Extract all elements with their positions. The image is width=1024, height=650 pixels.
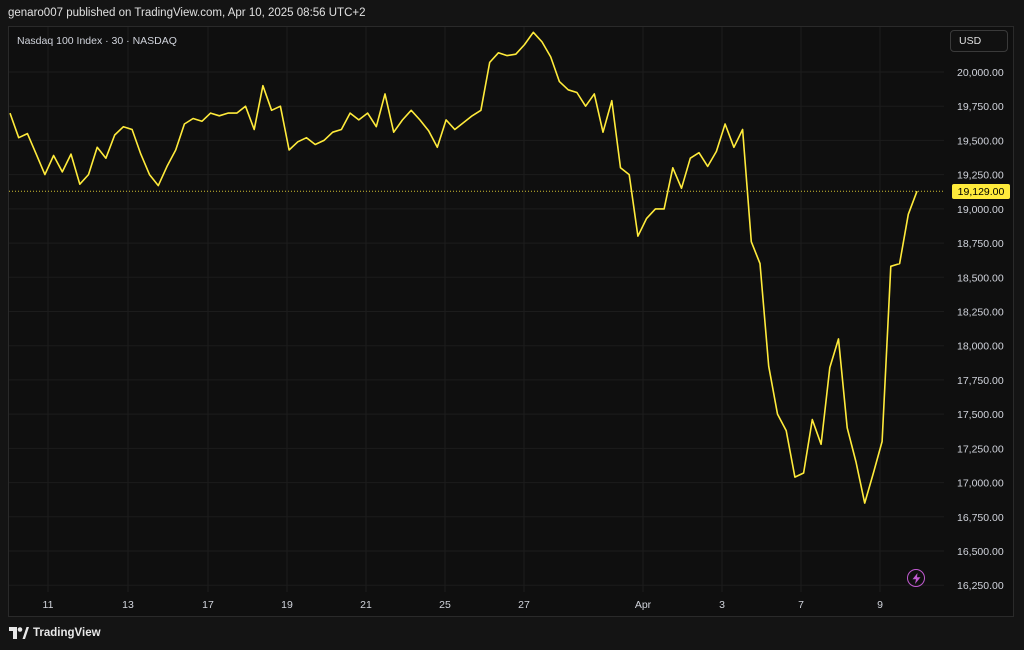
last-price-tag: 19,129.00 [952,184,1010,199]
y-tick-label: 19,250.00 [957,170,1004,182]
y-tick-label: 19,500.00 [957,135,1004,147]
x-tick-label: 17 [202,599,214,611]
tradingview-logo[interactable]: TradingView [9,627,101,639]
symbol-legend[interactable]: Nasdaq 100 Index · 30 · NASDAQ [17,35,177,47]
y-tick-label: 18,500.00 [957,272,1004,284]
x-tick-label: 25 [439,599,451,611]
price-series-line [9,31,918,504]
y-tick-label: 17,250.00 [957,443,1004,455]
x-tick-label: 11 [43,599,54,611]
tradingview-brand-text: TradingView [33,627,101,639]
y-tick-label: 18,000.00 [957,341,1004,353]
y-tick-label: 19,000.00 [957,204,1004,216]
currency-button[interactable]: USD [950,30,1008,52]
y-tick-label: 20,000.00 [957,67,1004,79]
y-tick-label: 16,750.00 [957,512,1004,524]
x-tick-label: 7 [798,599,804,611]
y-tick-label: 16,500.00 [957,546,1004,558]
y-tick-label: 17,500.00 [957,409,1004,421]
lightning-bolt-icon[interactable] [907,569,925,587]
footer [0,618,1024,650]
y-tick-label: 16,250.00 [957,580,1004,592]
tradingview-logo-icon [9,627,29,639]
y-tick-label: 17,000.00 [957,478,1004,490]
y-tick-label: 19,750.00 [957,101,1004,113]
x-tick-label: Apr [635,599,652,611]
x-tick-label: 19 [281,599,293,611]
y-tick-label: 17,750.00 [957,375,1004,387]
x-tick-label: 13 [122,599,134,611]
x-tick-label: 3 [719,599,725,611]
price-chart[interactable]: 20,000.00 19,750.00 19,500.00 19,250.00 19,0… [0,0,1024,650]
x-tick-label: 27 [518,599,530,611]
y-tick-label: 18,750.00 [957,238,1004,250]
x-tick-label: 9 [877,599,883,611]
x-tick-label: 21 [360,599,372,611]
y-tick-label: 18,250.00 [957,307,1004,319]
